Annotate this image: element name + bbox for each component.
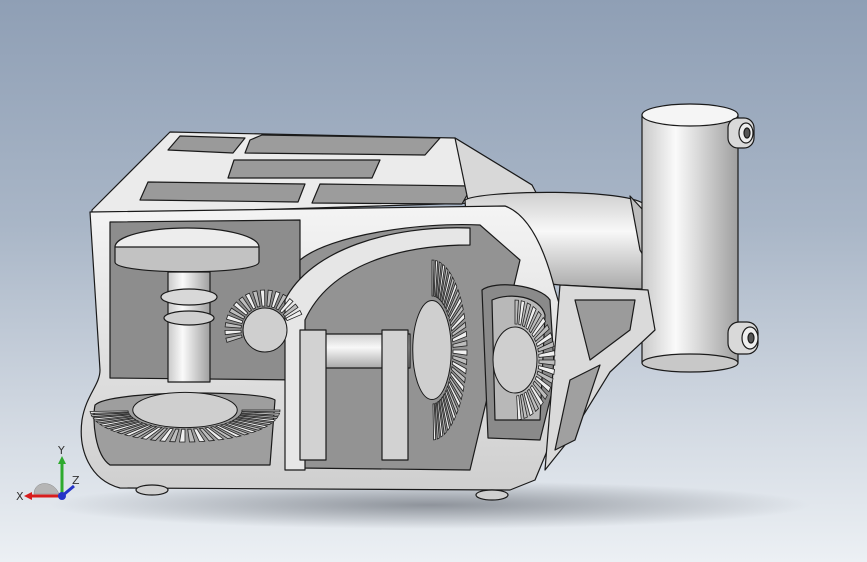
top-plate-slot — [227, 159, 381, 179]
housing-foot — [135, 484, 169, 496]
vertical-cylinder[interactable] — [641, 114, 739, 364]
z-axis-label: Z — [72, 474, 80, 487]
triad-origin-icon — [58, 492, 66, 500]
gear-tooth — [241, 409, 281, 413]
vertical-cylinder-bottom — [641, 353, 739, 373]
input-disc-rim — [114, 246, 260, 273]
coordinate-triad[interactable]: X Y Z — [14, 440, 84, 510]
top-plate-slot — [167, 135, 246, 154]
vertical-cylinder-top — [641, 103, 739, 127]
gear-tooth — [431, 259, 435, 297]
gear-hub — [412, 300, 452, 400]
x-axis-label: X — [16, 490, 24, 503]
top-plate-slot — [311, 183, 473, 205]
mounting-lug-top[interactable] — [727, 117, 755, 149]
shaft-collar — [163, 310, 215, 326]
support-post — [299, 329, 327, 461]
graphics-viewport[interactable]: X Y Z — [0, 0, 867, 562]
gear-hub — [242, 307, 288, 353]
y-axis-label: Y — [57, 444, 65, 457]
housing-foot — [475, 489, 509, 501]
top-plate-slot — [244, 134, 441, 156]
gearbox-3d-model[interactable] — [0, 0, 867, 562]
gear-hub — [492, 326, 538, 394]
triad-base-icon — [33, 483, 60, 495]
y-axis-arrowhead-icon — [58, 456, 66, 464]
shaft-collar — [160, 288, 218, 306]
gear-hub — [132, 391, 238, 429]
mounting-lug-bottom[interactable] — [727, 321, 759, 355]
x-axis-arrowhead-icon — [24, 492, 32, 500]
support-post — [381, 329, 409, 461]
top-plate-slot — [139, 181, 306, 203]
